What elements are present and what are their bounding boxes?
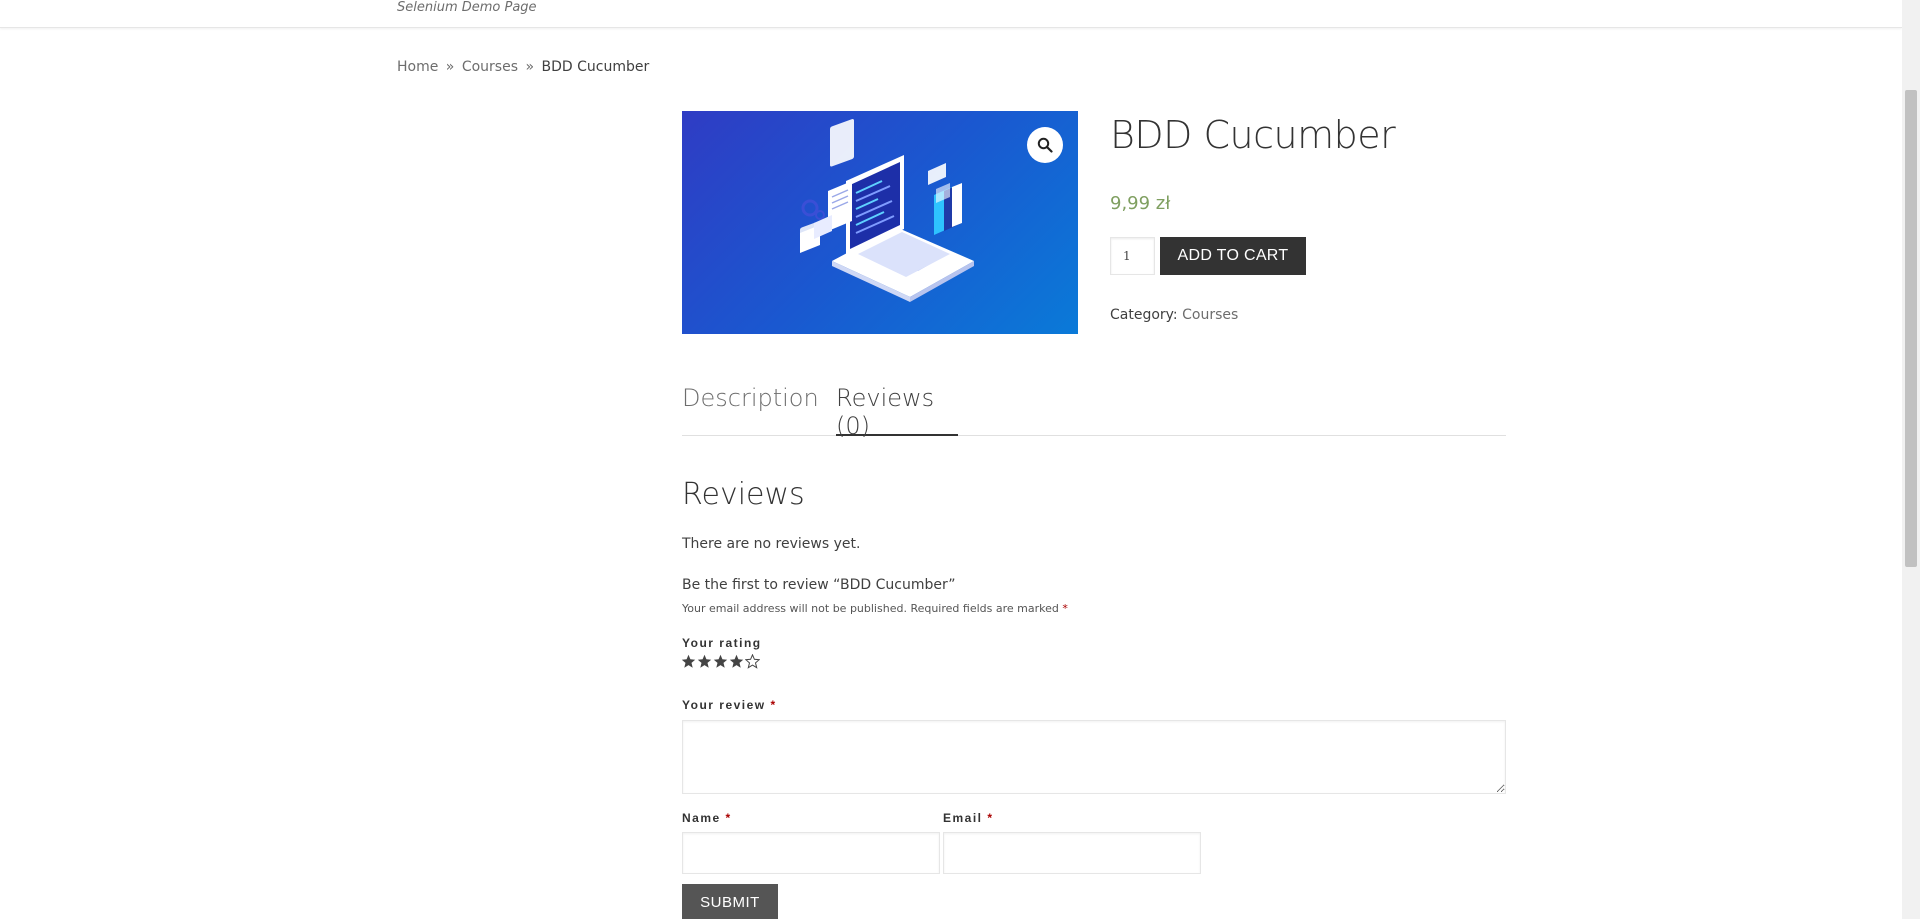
email-label-text: Email bbox=[943, 811, 983, 825]
review-textarea[interactable] bbox=[682, 720, 1506, 794]
product-image[interactable] bbox=[682, 111, 1078, 334]
name-field[interactable] bbox=[682, 832, 940, 874]
name-label: Name * bbox=[682, 811, 732, 825]
category-label: Category: bbox=[1110, 307, 1178, 323]
no-reviews-text: There are no reviews yet. bbox=[682, 536, 861, 552]
rating-label: Your rating bbox=[682, 636, 762, 650]
star-filled-icon[interactable] bbox=[713, 654, 728, 669]
notes-text: Your email address will not be published… bbox=[682, 602, 1059, 615]
product-price: 9,99 zł bbox=[1110, 193, 1171, 214]
category-link[interactable]: Courses bbox=[1182, 307, 1238, 323]
product-title: BDD Cucumber bbox=[1110, 113, 1396, 157]
star-filled-icon[interactable] bbox=[681, 654, 696, 669]
quantity-input[interactable] bbox=[1110, 237, 1155, 275]
site-header: Selenium Demo Page bbox=[0, 0, 1902, 28]
breadcrumb-separator: » bbox=[525, 59, 535, 75]
rating-label-text: Your rating bbox=[682, 636, 762, 650]
add-to-cart-button[interactable]: ADD TO CART bbox=[1160, 237, 1306, 275]
zoom-button[interactable] bbox=[1027, 127, 1063, 163]
star-empty-icon[interactable] bbox=[745, 654, 760, 669]
reviews-heading: Reviews bbox=[682, 477, 805, 512]
submit-button[interactable]: SUBMIT bbox=[682, 884, 778, 919]
laptop-illustration-icon bbox=[800, 118, 974, 302]
scrollbar-thumb[interactable] bbox=[1905, 90, 1917, 567]
required-mark: * bbox=[725, 811, 732, 825]
star-filled-icon[interactable] bbox=[697, 654, 712, 669]
breadcrumb-separator: » bbox=[445, 59, 455, 75]
tab-description[interactable]: Description bbox=[682, 384, 819, 436]
review-label-text: Your review bbox=[682, 698, 766, 712]
email-label: Email * bbox=[943, 811, 994, 825]
breadcrumb-current: BDD Cucumber bbox=[541, 59, 650, 75]
star-rating bbox=[681, 654, 760, 669]
breadcrumb: Home » Courses » BDD Cucumber bbox=[397, 59, 649, 75]
required-notes: Your email address will not be published… bbox=[682, 602, 1068, 615]
product-tabs: Description Reviews (0) bbox=[682, 384, 1506, 440]
star-filled-icon[interactable] bbox=[729, 654, 744, 669]
site-description: Selenium Demo Page bbox=[397, 0, 537, 15]
magnifier-icon bbox=[1037, 137, 1053, 153]
required-mark: * bbox=[1062, 602, 1068, 615]
be-first-text: Be the first to review “BDD Cucumber” bbox=[682, 577, 956, 593]
breadcrumb-courses-link[interactable]: Courses bbox=[462, 59, 518, 75]
breadcrumb-home-link[interactable]: Home bbox=[397, 59, 438, 75]
required-mark: * bbox=[770, 698, 777, 712]
required-mark: * bbox=[987, 811, 994, 825]
tab-reviews[interactable]: Reviews (0) bbox=[836, 384, 958, 440]
product-category: Category: Courses bbox=[1110, 307, 1238, 323]
review-label: Your review * bbox=[682, 698, 777, 712]
name-label-text: Name bbox=[682, 811, 721, 825]
email-field[interactable] bbox=[943, 832, 1201, 874]
